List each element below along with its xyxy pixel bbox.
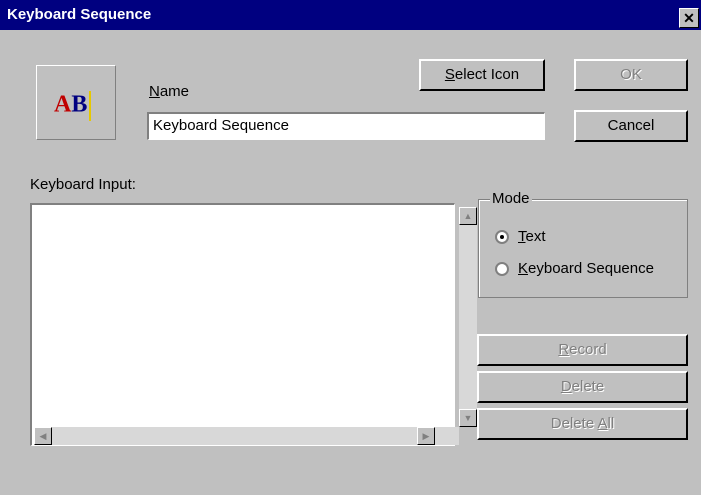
mode-group	[478, 199, 688, 298]
horizontal-scrollbar[interactable]: ◀ ▶	[34, 427, 459, 445]
icon-glyph-a: A	[54, 91, 72, 118]
keyboard-sequence-ab-icon: AB	[54, 91, 92, 121]
scroll-left-icon[interactable]: ◀	[34, 427, 52, 445]
delete-all-button[interactable]: Delete All	[477, 408, 688, 440]
scroll-up-icon[interactable]: ▲	[459, 207, 477, 225]
name-label: Name	[149, 83, 189, 100]
mode-keyboard-sequence-label: Keyboard Sequence	[518, 260, 654, 277]
mode-text-radio[interactable]	[495, 230, 509, 244]
close-button[interactable]: ✕	[679, 8, 699, 28]
ok-button[interactable]: OK	[574, 59, 688, 91]
keyboard-input-textarea[interactable]: ▲ ▼ ◀ ▶	[30, 203, 477, 446]
scroll-down-icon[interactable]: ▼	[459, 409, 477, 427]
window-title: Keyboard Sequence	[7, 6, 152, 23]
select-icon-button[interactable]: Select Icon	[419, 59, 545, 91]
keyboard-sequence-dialog: Keyboard Sequence ✕ AB Name Keyboard Seq…	[0, 0, 701, 495]
cancel-button[interactable]: Cancel	[574, 110, 688, 142]
mode-group-label: Mode	[490, 190, 532, 207]
record-button[interactable]: Record	[477, 334, 688, 366]
close-icon: ✕	[683, 10, 695, 26]
caret-icon	[89, 91, 92, 121]
scroll-right-icon[interactable]: ▶	[417, 427, 435, 445]
name-label-rest: ame	[159, 83, 190, 100]
mode-keyboard-sequence-radio[interactable]	[495, 262, 509, 276]
delete-button[interactable]: Delete	[477, 371, 688, 403]
icon-preview: AB	[36, 65, 116, 140]
mode-text-label: Text	[518, 228, 546, 245]
vertical-scrollbar[interactable]: ▲ ▼	[459, 207, 477, 427]
name-field[interactable]: Keyboard Sequence	[147, 112, 545, 140]
icon-glyph-b: B	[71, 91, 88, 118]
name-label-accel: N	[149, 83, 160, 100]
keyboard-input-label: Keyboard Input:	[30, 176, 136, 193]
title-bar[interactable]: Keyboard Sequence ✕	[0, 0, 701, 30]
